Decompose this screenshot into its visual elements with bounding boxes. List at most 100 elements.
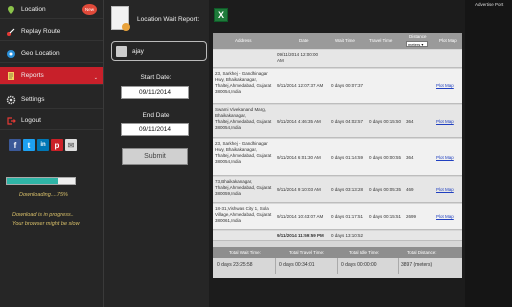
- table-row: 23, Sarkhej - Gandhinagar Hwy, Bhaikakan…: [213, 139, 462, 176]
- distance-unit-value: meters: [408, 42, 421, 47]
- address-cell: 23, Sarkhej - Gandhinagar Hwy, Bhaikakan…: [215, 141, 272, 164]
- user-selector[interactable]: ajay: [111, 41, 207, 61]
- table-row: 23, Sarkhej - Gandhinagar Hwy, Bhaikakan…: [213, 69, 462, 104]
- date-cell: 9/11/2014 12:07:37 AM: [277, 83, 324, 88]
- table-row: Swami Vivekanand Marg, Bhaikakanagar, Th…: [213, 105, 462, 138]
- sidebar-item-logout[interactable]: Logout: [0, 112, 103, 130]
- chevron-down-icon: ⌄: [93, 75, 98, 81]
- sidebar-item-label: Geo Location: [21, 50, 60, 57]
- wait-cell: 0 days 00:07:37: [331, 83, 364, 88]
- new-badge: New: [82, 4, 97, 15]
- sidebar-item-replay-route[interactable]: Replay Route: [0, 23, 103, 41]
- divider: [275, 258, 276, 274]
- plot-map-link[interactable]: Plot Map: [436, 119, 454, 125]
- download-warning: Download is in progress.. Your browser m…: [12, 211, 80, 229]
- summary-header-label: Total Distance:: [407, 250, 437, 255]
- date-cell: 9/11/2014 6:01:30 AM: [277, 155, 321, 160]
- wait-report-table: Address Date Wait Time Travel Time Dista…: [213, 33, 462, 278]
- facebook-icon[interactable]: f: [9, 139, 21, 151]
- summary-header-label: Total Travel Time:: [289, 250, 325, 255]
- date-cell: 09/11/2014 12:00:00 AM: [277, 52, 318, 63]
- email-icon[interactable]: ✉: [65, 139, 77, 151]
- submit-button[interactable]: Submit: [122, 148, 188, 165]
- twitter-icon[interactable]: t: [23, 139, 35, 151]
- travel-cell: 0 days 00:15:51: [369, 214, 402, 219]
- wait-cell: 0 days 01:17:51: [331, 214, 364, 219]
- avatar: [116, 45, 127, 57]
- plot-map-link[interactable]: Plot Map: [436, 214, 454, 220]
- date-cell: 9/11/2014 10:43:07 AM: [277, 214, 324, 219]
- date-cell: 9/11/2014 4:46:35 AM: [277, 119, 321, 124]
- route-icon: [7, 28, 15, 36]
- plot-map-link[interactable]: Plot Map: [436, 187, 454, 193]
- sidebar-item-settings[interactable]: Settings: [0, 91, 103, 109]
- end-date-label: End Date: [142, 112, 170, 119]
- address-cell: Swami Vivekanand Marg, Bhaikakanagar, Th…: [215, 107, 272, 130]
- table-row: 9/11/2014 11:59:59 PM 0 days 13:10:52: [213, 231, 462, 241]
- advertise-panel: [465, 0, 512, 307]
- column-header: Wait Time: [335, 38, 355, 43]
- table-row: 18-31,Vishwas City 1, Sola Village,Ahmed…: [213, 204, 462, 230]
- date-cell: 9/11/2014 11:59:59 PM: [277, 233, 324, 238]
- report-title: Location Wait Report:: [137, 16, 200, 23]
- sidebar-item-label: Logout: [21, 117, 41, 124]
- distance-cell: 2699: [406, 214, 417, 219]
- pinterest-icon[interactable]: p: [51, 139, 63, 151]
- gear-icon: [6, 95, 16, 104]
- warning-line: Download is in progress..: [12, 212, 74, 218]
- total-idle-value: 0 days 00:00:00: [341, 262, 377, 268]
- geo-location-icon: [7, 49, 15, 58]
- plot-map-link[interactable]: Plot Map: [436, 155, 454, 161]
- distance-unit-select[interactable]: meters ▾: [406, 41, 428, 47]
- column-header: Address: [235, 38, 252, 43]
- column-header: Plot Map: [439, 38, 457, 43]
- start-date-label: Start Date:: [140, 74, 172, 81]
- divider: [398, 258, 399, 274]
- summary-header: Total Wait Time: Total Travel Time: Tota…: [213, 247, 462, 258]
- excel-export-icon[interactable]: X: [214, 8, 228, 22]
- warning-line: Your browser might be slow: [12, 221, 80, 227]
- plot-map-link[interactable]: Plot Map: [436, 83, 454, 89]
- address-cell: 18-31,Vishwas City 1, Sola Village,Ahmed…: [215, 206, 272, 223]
- summary-panel: Total Wait Time: Total Travel Time: Tota…: [213, 247, 462, 274]
- sidebar-item-label: Reports: [21, 72, 44, 79]
- location-pin-icon: [8, 5, 14, 14]
- date-cell: 9/11/2014 9:10:03 AM: [277, 187, 321, 192]
- total-travel-value: 0 days 00:34:01: [279, 262, 315, 268]
- sidebar-item-reports[interactable]: Reports ⌄: [0, 67, 103, 85]
- social-links: f t in p ✉: [9, 139, 77, 151]
- sidebar-item-geo-location[interactable]: Geo Location: [0, 45, 103, 63]
- report-document-icon: [111, 6, 130, 31]
- sidebar-item-label: Settings: [21, 96, 45, 103]
- column-header: Travel Time: [369, 38, 393, 43]
- travel-cell: 0 days 00:05:35: [369, 187, 402, 192]
- column-header: Date: [299, 38, 309, 43]
- reports-icon: [8, 71, 14, 80]
- advertise-label: Advertise Port: [475, 2, 504, 7]
- wait-cell: 0 days 13:10:52: [331, 233, 364, 238]
- logout-icon: [7, 116, 16, 125]
- sidebar-item-location[interactable]: Location New: [0, 1, 103, 19]
- download-progress-bar: [6, 177, 76, 185]
- download-progress-text: Downloading....75%: [19, 192, 68, 198]
- wait-cell: 0 days 04:02:57: [331, 119, 364, 124]
- summary-header-label: Total Wait Time:: [229, 250, 261, 255]
- table-row: 73,Bhaikakanagar, Thaltej,Ahmedabad, Guj…: [213, 177, 462, 203]
- table-header: Address Date Wait Time Travel Time Dista…: [213, 33, 462, 49]
- address-cell: 23, Sarkhej - Gandhinagar Hwy, Bhaikakan…: [215, 71, 272, 94]
- distance-cell: 364: [406, 119, 414, 124]
- user-name: ajay: [132, 47, 144, 55]
- end-date-input[interactable]: 09/11/2014: [121, 123, 189, 136]
- total-distance-value: 3897 (meters): [401, 262, 433, 268]
- start-date-input[interactable]: 09/11/2014: [121, 86, 189, 99]
- linkedin-icon[interactable]: in: [37, 139, 49, 151]
- summary-header-label: Total Idle Time:: [349, 250, 380, 255]
- travel-cell: 0 days 00:15:50: [369, 119, 402, 124]
- column-header: Distance: [409, 34, 427, 39]
- travel-cell: 0 days 00:00:55: [369, 155, 402, 160]
- total-wait-value: 0 days 23:25:58: [217, 262, 253, 268]
- distance-cell: 364: [406, 155, 414, 160]
- sidebar-item-label: Location: [21, 6, 46, 13]
- wait-cell: 0 days 01:14:59: [331, 155, 364, 160]
- sidebar-item-label: Replay Route: [21, 28, 61, 35]
